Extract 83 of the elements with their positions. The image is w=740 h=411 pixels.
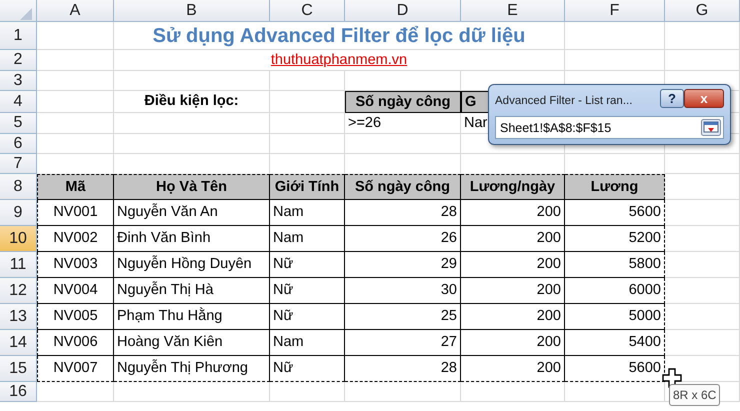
table-cell: Nữ — [270, 278, 345, 304]
header-cell: Họ Và Tên — [114, 174, 270, 200]
table-cell: Phạm Thu Hằng — [114, 304, 270, 330]
table-cell: Đinh Văn Bình — [114, 226, 270, 252]
help-button[interactable]: ? — [660, 89, 684, 108]
table-cell: 200 — [461, 252, 565, 278]
table-cell: Nguyễn Văn An — [114, 200, 270, 226]
table-cell: 30 — [345, 278, 461, 304]
table-cell: 200 — [461, 330, 565, 356]
header-cell: Số ngày công — [345, 174, 461, 200]
table-cell: NV001 — [37, 200, 114, 226]
row-header[interactable]: 10 — [0, 226, 37, 252]
table-cell: Nam — [270, 200, 345, 226]
column-header[interactable]: G — [665, 0, 740, 22]
table-cell: 5400 — [565, 330, 665, 356]
table-cell: 5800 — [565, 252, 665, 278]
column-header[interactable]: B — [114, 0, 270, 22]
table-cell: NV007 — [37, 356, 114, 382]
expand-dialog-icon[interactable] — [701, 119, 721, 136]
table-cell: Nữ — [270, 304, 345, 330]
range-field[interactable]: Sheet1!$A$8:$F$15 — [495, 116, 724, 140]
row-header[interactable]: 2 — [0, 50, 37, 71]
column-header[interactable]: A — [37, 0, 114, 22]
close-button[interactable]: x — [684, 89, 724, 108]
criteria-header: G — [462, 92, 488, 112]
criteria-label: Điều kiện lọc: — [114, 91, 270, 113]
table-cell: 5000 — [565, 304, 665, 330]
row-header[interactable]: 4 — [0, 91, 37, 113]
table-cell: 28 — [345, 200, 461, 226]
table-cell: Nam — [270, 226, 345, 252]
table-cell: 200 — [461, 356, 565, 382]
row-header[interactable]: 15 — [0, 356, 37, 382]
table-cell: Nữ — [270, 356, 345, 382]
row-header[interactable]: 8 — [0, 174, 37, 200]
sheet-title: Sử dụng Advanced Filter để lọc dữ liệu — [114, 22, 565, 50]
criteria-value: Nar — [464, 114, 488, 131]
criteria-value: >=26 — [345, 113, 461, 134]
table-cell: Nguyễn Hồng Duyên — [114, 252, 270, 278]
table-cell: 200 — [461, 226, 565, 252]
table-cell: 25 — [345, 304, 461, 330]
column-header[interactable]: E — [461, 0, 565, 22]
row-header[interactable]: 13 — [0, 304, 37, 330]
column-header[interactable]: F — [565, 0, 665, 22]
row-header[interactable]: 6 — [0, 134, 37, 154]
row-header[interactable]: 1 — [0, 22, 37, 50]
table-cell: 5600 — [565, 200, 665, 226]
table-cell: NV005 — [37, 304, 114, 330]
table-cell: 27 — [345, 330, 461, 356]
row-header[interactable]: 3 — [0, 71, 37, 91]
table-cell: 200 — [461, 304, 565, 330]
table-cell: 28 — [345, 356, 461, 382]
table-cell: Nguyễn Thị Phương — [114, 356, 270, 382]
criteria-header: Số ngày công — [345, 91, 461, 113]
table-cell: Hoàng Văn Kiên — [114, 330, 270, 356]
table-cell: Nam — [270, 330, 345, 356]
row-header[interactable]: 7 — [0, 154, 37, 174]
row-header[interactable]: 11 — [0, 252, 37, 278]
table-cell: Nguyễn Thị Hà — [114, 278, 270, 304]
row-header[interactable]: 16 — [0, 382, 37, 402]
header-cell: Mã — [37, 174, 114, 200]
table-cell: 200 — [461, 200, 565, 226]
website-link[interactable]: thuthuatphanmem.vn — [114, 50, 565, 71]
table-cell: 29 — [345, 252, 461, 278]
table-cell: NV004 — [37, 278, 114, 304]
table-cell: 6000 — [565, 278, 665, 304]
table-cell: Nữ — [270, 252, 345, 278]
table-cell: NV003 — [37, 252, 114, 278]
table-cell: 5200 — [565, 226, 665, 252]
row-header[interactable]: 12 — [0, 278, 37, 304]
selection-size-tooltip: 8R x 6C — [669, 384, 720, 406]
column-header[interactable]: D — [345, 0, 461, 22]
header-cell: Lương — [565, 174, 665, 200]
header-cell: Lương/ngày — [461, 174, 565, 200]
table-cell: NV002 — [37, 226, 114, 252]
table-cell: NV006 — [37, 330, 114, 356]
table-cell: 200 — [461, 278, 565, 304]
row-header[interactable]: 9 — [0, 200, 37, 226]
dialog-title: Advanced Filter - List ran... — [495, 94, 634, 109]
header-cell: Giới Tính — [270, 174, 345, 200]
table-cell: 26 — [345, 226, 461, 252]
column-header[interactable]: C — [270, 0, 345, 22]
row-header[interactable]: 5 — [0, 113, 37, 134]
row-header[interactable]: 14 — [0, 330, 37, 356]
